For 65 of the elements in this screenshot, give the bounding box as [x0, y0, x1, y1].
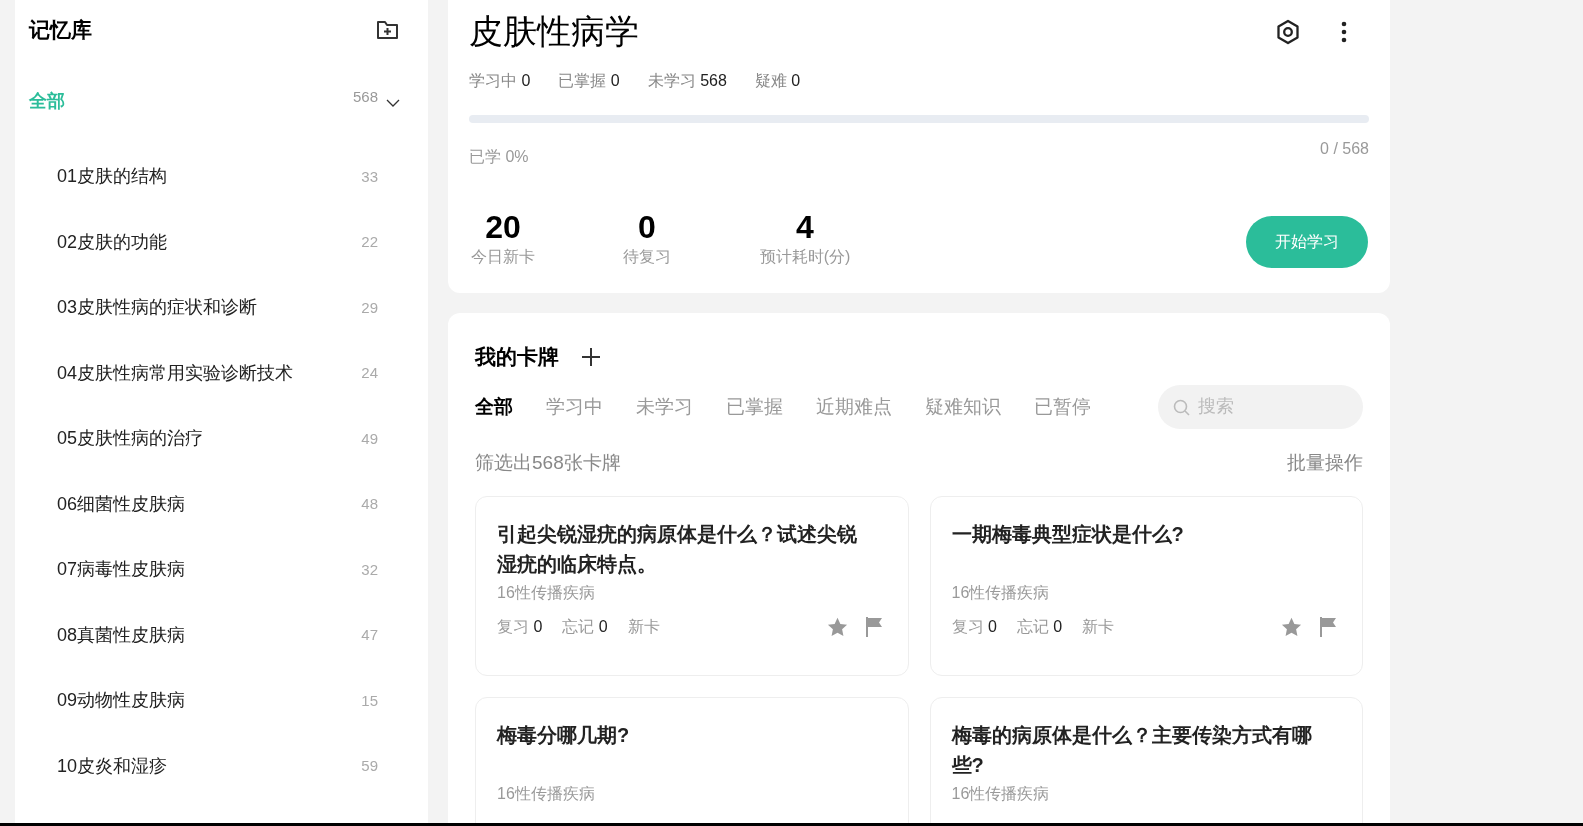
card-question: 一期梅毒典型症状是什么?: [951, 522, 1185, 547]
item-count: 49: [361, 428, 378, 449]
review-count: 复习 0: [951, 617, 997, 637]
sidebar-item[interactable]: 06细菌性皮肤病 48: [15, 471, 428, 537]
sidebar-item[interactable]: 05皮肤性病的治疗 49: [15, 406, 428, 472]
card-question: 引起尖锐湿疣的病原体是什么？试述尖锐湿疣的临床特点。: [497, 522, 858, 577]
item-count: 47: [361, 625, 378, 645]
stat-label: 今日新卡: [471, 247, 535, 267]
forget-count: 忘记 0: [1016, 617, 1063, 637]
item-count: 59: [361, 756, 378, 776]
stat-label: 预计耗时(分): [759, 247, 851, 267]
sidebar-item[interactable]: 10皮炎和湿疹 59: [15, 733, 428, 799]
panel-title: 我的卡牌: [475, 344, 559, 370]
item-count: 22: [361, 232, 378, 252]
flag-icon[interactable]: [865, 617, 883, 637]
item-count: 29: [361, 297, 378, 318]
batch-action-button[interactable]: 批量操作: [1287, 448, 1363, 477]
flashcard[interactable]: 一期梅毒典型症状是什么? 16性传播疾病 复习 0 忘记 0 新卡: [929, 496, 1363, 676]
stat-value: 20: [485, 209, 521, 245]
deck-stat: 已掌握 0: [558, 71, 620, 91]
chevron-icon[interactable]: [386, 99, 400, 107]
deck-stat: 学习中 0: [469, 71, 531, 91]
settings-icon[interactable]: [1275, 18, 1301, 45]
sidebar-item[interactable]: 03皮肤性病的症状和诊断 29: [15, 275, 428, 341]
sidebar-item[interactable]: 07病毒性皮肤病 32: [15, 537, 428, 603]
stat-value: 0: [638, 209, 656, 245]
card-category: 16性传播疾病: [951, 784, 1051, 804]
sidebar-item[interactable]: 08真菌性皮肤病 47: [15, 602, 428, 668]
card-question: 梅毒分哪几期?: [497, 723, 631, 748]
flashcard[interactable]: 引起尖锐湿疣的病原体是什么？试述尖锐湿疣的临床特点。 16性传播疾病 复习 0 忘记 0 新卡: [475, 496, 909, 676]
card-status: 新卡: [627, 617, 660, 637]
search-icon: [1173, 398, 1190, 416]
sidebar-title: 记忆库: [29, 17, 92, 44]
stat-label: 待复习: [623, 247, 671, 267]
flag-icon[interactable]: [1320, 617, 1337, 637]
item-count: 48: [361, 494, 378, 514]
card-question: 梅毒的病原体是什么？主要传染方式有哪些?: [951, 723, 1313, 778]
item-count: 24: [361, 363, 378, 383]
sidebar-item[interactable]: 09动物性皮肤病 15: [15, 668, 428, 734]
filter-tab[interactable]: 全部: [475, 393, 513, 422]
item-count: 33: [361, 166, 378, 187]
sidebar-item[interactable]: 01皮肤的结构 33: [15, 144, 428, 210]
review-count: 复习 0: [497, 617, 543, 637]
forget-count: 忘记 0: [562, 617, 608, 637]
add-icon[interactable]: [581, 346, 601, 367]
card-category: 16性传播疾病: [497, 583, 596, 603]
item-count: 32: [361, 559, 378, 580]
card-category: 16性传播疾病: [951, 583, 1051, 603]
add-folder-icon[interactable]: [376, 19, 400, 41]
sidebar-item[interactable]: 02皮肤的功能 22: [15, 209, 428, 275]
deck-title: 皮肤性病学: [469, 11, 639, 52]
star-icon[interactable]: [826, 617, 848, 637]
stat-value: 4: [796, 209, 814, 245]
card-status: 新卡: [1082, 617, 1115, 637]
filter-summary: 筛选出568张卡牌: [475, 450, 621, 475]
progress-label: 已学 0%: [469, 147, 529, 167]
sidebar-item[interactable]: 04皮肤性病常用实验诊断技术 24: [15, 340, 428, 406]
deck-stat: 疑难 0: [754, 71, 801, 91]
item-count: 15: [361, 690, 378, 711]
item-count: 568: [352, 86, 378, 107]
progress-count: 0 / 568: [1320, 139, 1369, 159]
card-category: 16性传播疾病: [497, 784, 596, 804]
star-icon[interactable]: [1281, 617, 1302, 637]
deck-stat: 未学习 568: [647, 71, 727, 91]
more-icon[interactable]: [1341, 20, 1347, 43]
